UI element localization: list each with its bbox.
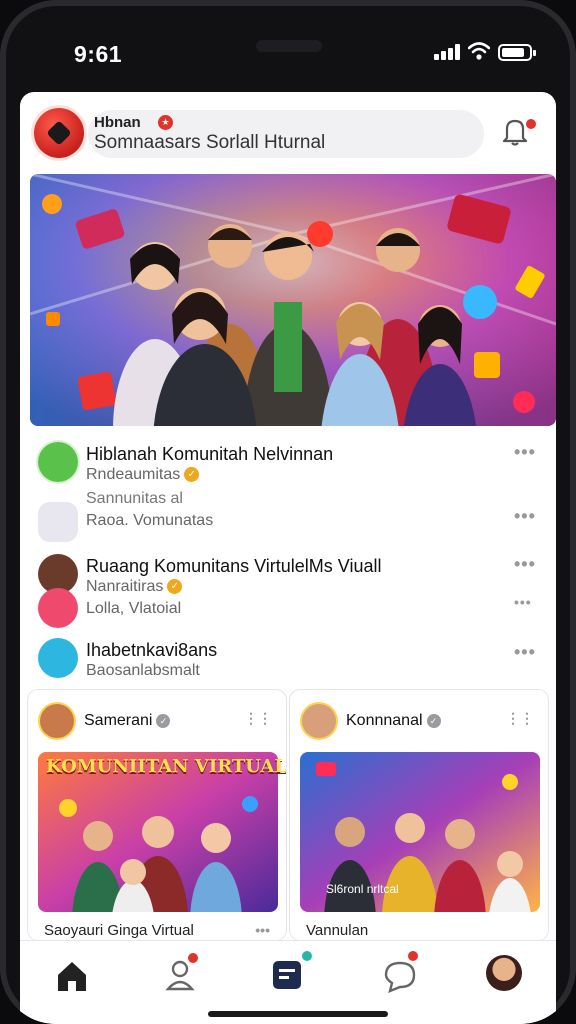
more-options-icon[interactable]: ••• [514,554,536,575]
phone-frame: 9:61 Hbnan ★ Somnaasars Sorlall Hturnal [0,0,576,1024]
signal-icon [434,44,462,60]
more-options-icon[interactable]: ••• [514,594,532,610]
notification-dot [406,949,420,963]
list-item[interactable]: Sannunitas al Raoa. Vomunatas ••• [20,490,556,546]
community-title: Ihabetnkavi8ans [86,640,218,660]
author-avatar[interactable] [302,704,336,738]
more-options-icon[interactable]: ⋮⋮ [244,710,272,727]
community-title: Lolla, Vlatoial [86,600,182,617]
card-badge-text: Sl6ronl nrltcal [326,882,399,896]
app-logo-icon[interactable] [34,108,84,158]
community-subtitle: Baosanlabsmalt [86,662,200,679]
more-options-icon[interactable]: ⋮⋮ [506,710,534,727]
more-options-icon[interactable]: ••• [255,922,270,938]
more-options-icon[interactable]: ••• [514,642,536,663]
more-options-icon[interactable]: ••• [514,442,536,463]
verified-icon: ✓ [156,714,171,728]
post-card[interactable]: Samerani ✓ ⋮⋮ KOMUNIITAN VIRTUAL Saoyauri… [28,690,286,940]
community-avatar [38,638,78,678]
brand-badge-icon: ★ [158,115,173,130]
hero-illustration [30,174,556,426]
search-text[interactable]: Somnaasars Sorlall Hturnal [94,132,325,154]
notification-dot [300,949,314,963]
community-title: Hiblanah Komunitah Nelvinnan [86,444,334,464]
app-screen: Hbnan ★ Somnaasars Sorlall Hturnal Hibla… [20,92,556,1024]
community-avatar [38,502,78,542]
verified-icon: ✓ [184,467,200,482]
wifi-icon [468,42,490,60]
home-icon[interactable] [50,955,94,995]
community-avatar [38,588,78,628]
profile-avatar-icon[interactable] [486,955,522,991]
brand-name: Hbnan [94,114,141,131]
author-avatar[interactable] [40,704,74,738]
card-banner-text: KOMUNIITAN VIRTUAL [46,756,286,777]
card-caption: Vannulan [306,922,369,939]
author-name[interactable]: Konnnanal ✓ [346,712,441,730]
battery-icon [498,44,536,61]
status-time: 9:61 [74,41,123,67]
home-indicator [208,1011,388,1017]
list-item[interactable]: Hiblanah Komunitah Nelvinnan Rndeaumitas… [20,434,556,490]
more-options-icon[interactable]: ••• [514,506,536,527]
post-card[interactable]: Konnnanal ✓ ⋮⋮ Sl6ronl nrltcal Vannulan [290,690,548,940]
verified-icon: ✓ [426,714,441,728]
status-bar: 9:61 [0,0,576,92]
community-avatar [38,442,78,482]
notification-dot [186,951,200,965]
notification-dot [526,119,536,129]
community-title: Ruaang Komunitans VirtulelMs Viuall [86,556,382,576]
app-header: Hbnan ★ Somnaasars Sorlall Hturnal [20,92,556,172]
dynamic-island [256,40,322,52]
community-title: Sannunitas al [86,490,183,507]
hero-banner[interactable] [30,174,556,426]
list-item[interactable]: Ihabetnkavi8ans Baosanlabsmalt ••• [20,636,556,688]
community-subtitle: Raoa. Vomunatas [86,512,214,529]
list-item[interactable]: Lolla, Vlatoial ••• [20,588,556,632]
card-caption: Saoyauri Ginga Virtual [44,922,194,939]
community-subtitle: Rndeaumitas ✓ [86,466,200,484]
author-name[interactable]: Samerani ✓ [84,712,171,730]
